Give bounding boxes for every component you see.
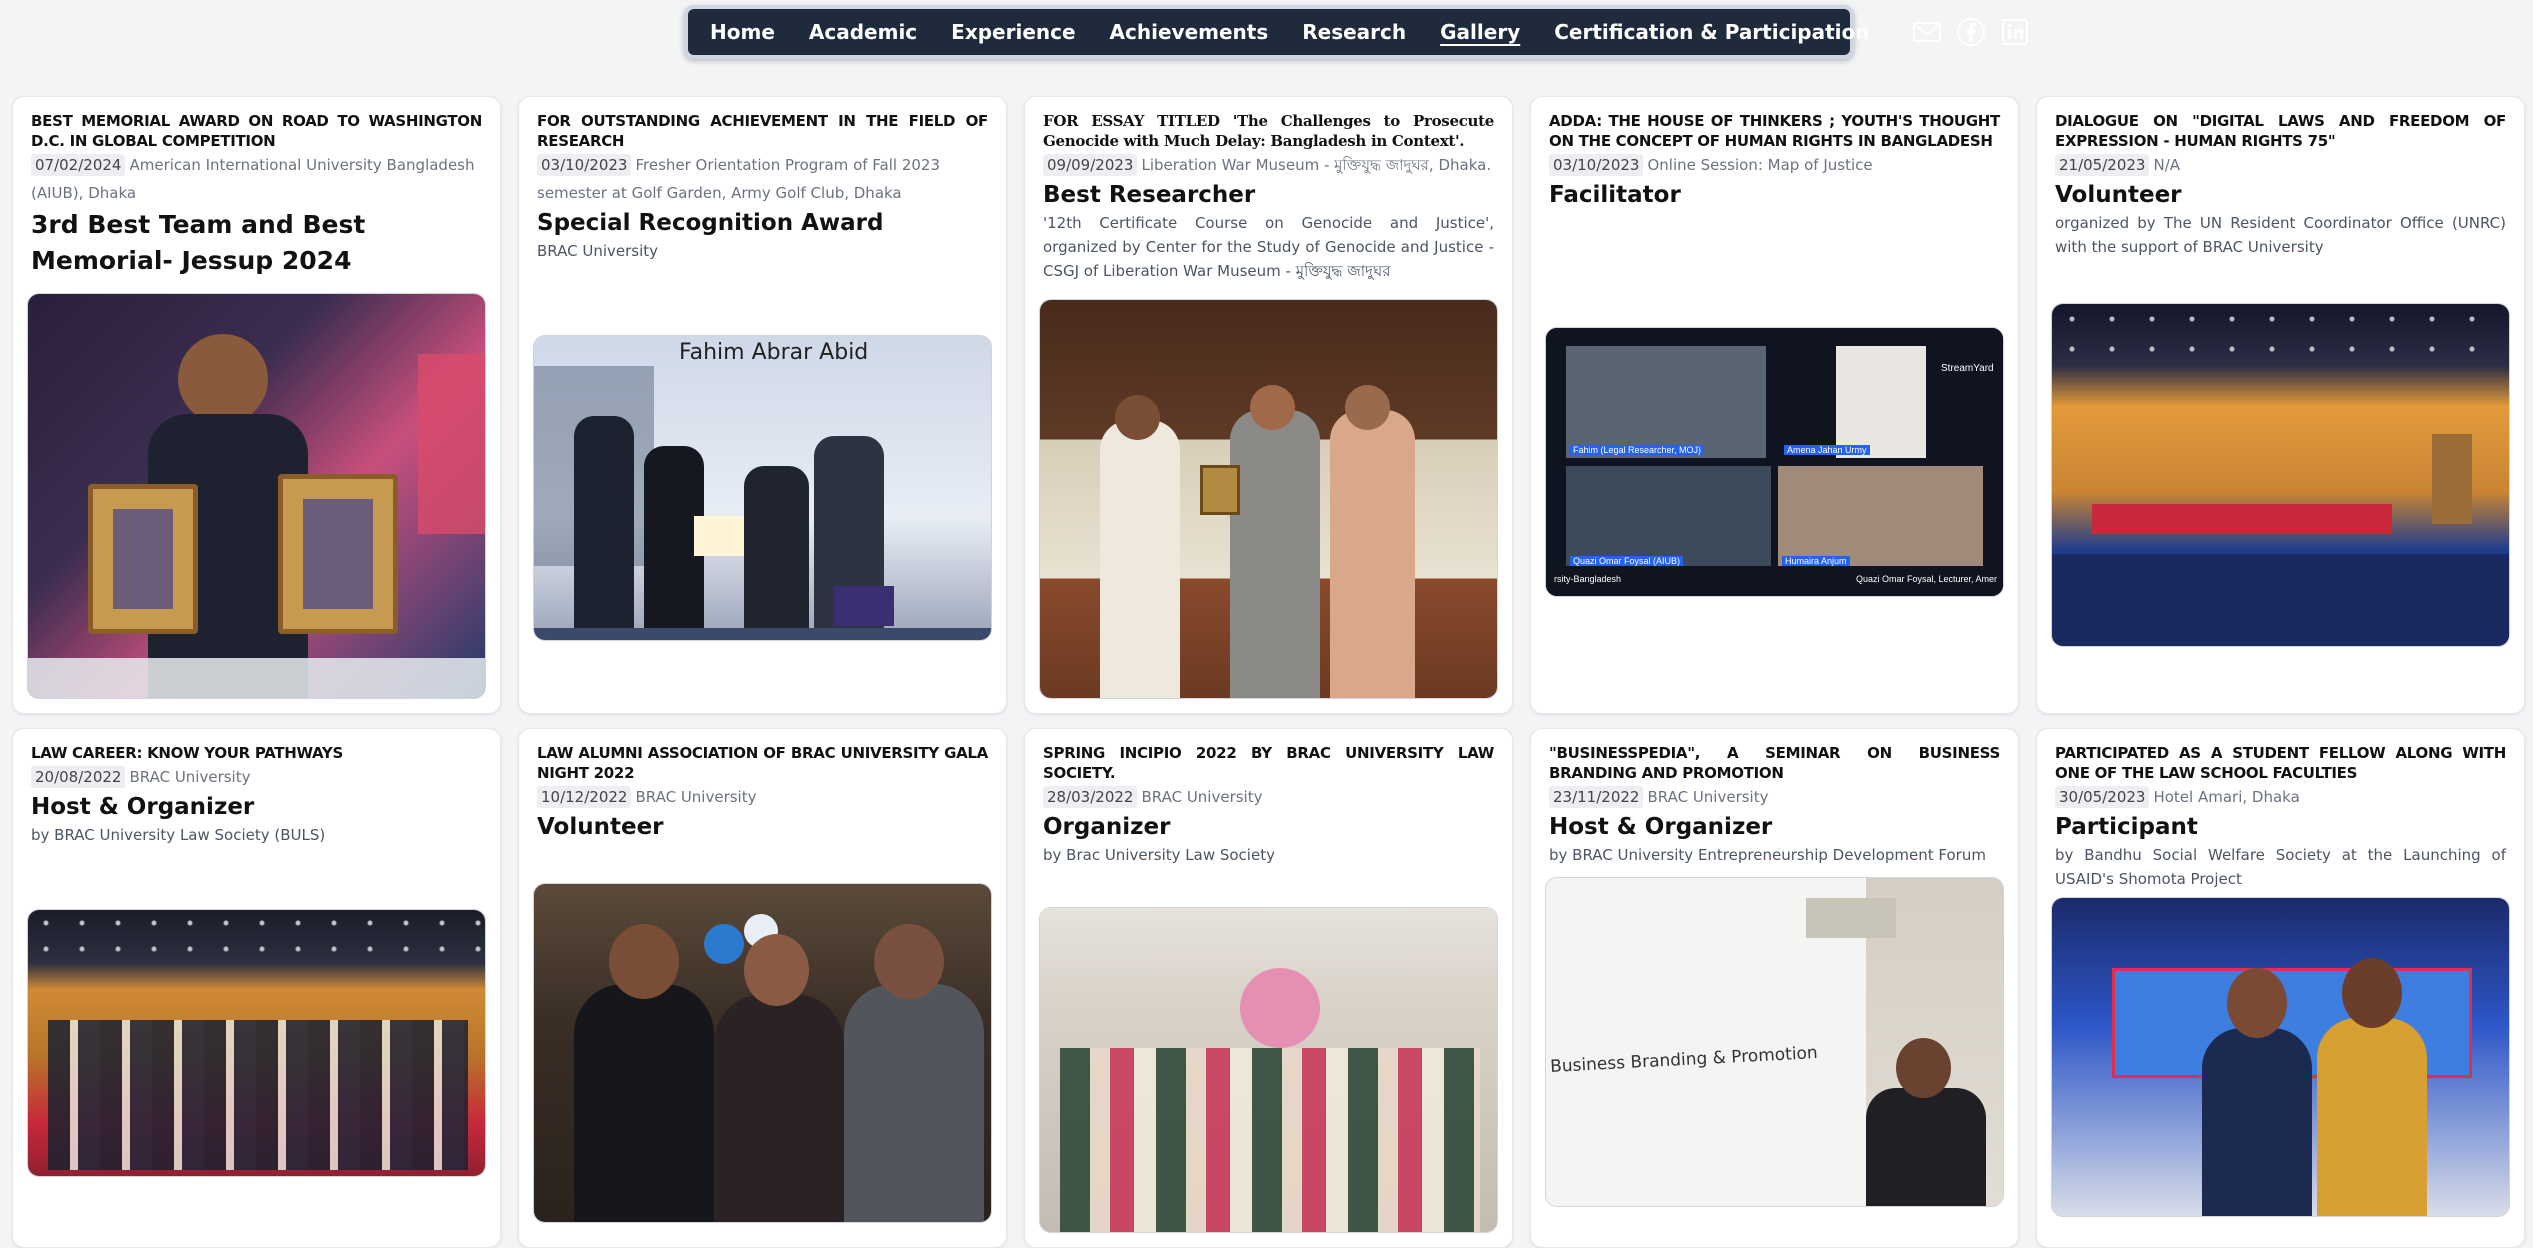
card-title: Best Researcher [1043,182,1256,208]
card-photo[interactable] [1039,299,1498,699]
card-place: BRAC University [1141,788,1263,806]
gallery-card: ADDA: THE HOUSE OF THINKERS ; YOUTH'S TH… [1530,96,2019,714]
card-desc: by BRAC University Law Society (BULS) [31,826,326,844]
gallery-card: DIALOGUE ON "DIGITAL LAWS AND FREEDOM OF… [2036,96,2525,714]
card-photo[interactable]: Business Branding & Promotion [1545,877,2004,1207]
card-kicker: SPRING INCIPIO 2022 BY BRAC UNIVERSITY L… [1043,744,1494,782]
card-photo[interactable] [1039,907,1498,1233]
gallery-card: SPRING INCIPIO 2022 BY BRAC UNIVERSITY L… [1024,728,1513,1248]
nav-certification[interactable]: Certification & Participation [1554,20,1869,44]
nav-experience[interactable]: Experience [951,20,1075,44]
card-kicker: LAW ALUMNI ASSOCIATION OF BRAC UNIVERSIT… [537,744,988,782]
video-tile-label: Amena Jahan Urmy [1784,445,1870,455]
card-place: Hotel Amari, Dhaka [2153,788,2300,806]
card-title: Participant [2055,814,2198,840]
nav-home[interactable]: Home [710,20,775,44]
card-date: 20/08/2022 [31,766,126,788]
card-title: 3rd Best Team and Best Memorial- Jessup … [31,210,366,275]
gallery-card: FOR OUTSTANDING ACHIEVEMENT IN THE FIELD… [518,96,1007,714]
video-tile-label: Fahim (Legal Researcher, MOJ) [1570,445,1705,455]
card-title: Organizer [1043,814,1171,840]
card-photo[interactable] [533,883,992,1223]
nav-achievements[interactable]: Achievements [1110,20,1269,44]
gallery-card: LAW CAREER: KNOW YOUR PATHWAYS 20/08/202… [12,728,501,1248]
card-date: 30/05/2023 [2055,786,2150,808]
card-desc: by BRAC University Entrepreneurship Deve… [1549,846,1986,864]
card-place: BRAC University [1647,788,1769,806]
gallery-card: BEST MEMORIAL AWARD ON ROAD TO WASHINGTO… [12,96,501,714]
card-date: 23/11/2022 [1549,786,1644,808]
card-place: N/A [2153,156,2181,174]
gallery-card: LAW ALUMNI ASSOCIATION OF BRAC UNIVERSIT… [518,728,1007,1248]
nav-gallery[interactable]: Gallery [1440,20,1520,44]
card-place: BRAC University [635,788,757,806]
card-date: 10/12/2022 [537,786,632,808]
card-kicker: DIALOGUE ON "DIGITAL LAWS AND FREEDOM OF… [2055,112,2506,150]
card-kicker: LAW CAREER: KNOW YOUR PATHWAYS [31,744,343,762]
top-nav: Home Academic Experience Achievements Re… [684,5,2028,59]
card-desc: by Bandhu Social Welfare Society at the … [2055,846,2506,888]
gallery-grid: BEST MEMORIAL AWARD ON ROAD TO WASHINGTO… [12,96,2525,1248]
card-photo[interactable]: Fahim Abrar Abid [533,335,992,641]
card-place: Liberation War Museum - মুক্তিযুদ্ধ জাদু… [1141,156,1492,174]
card-title: Facilitator [1549,182,1681,208]
video-tile-label: Quazi Omar Foysal (AIUB) [1570,556,1684,566]
card-date: 03/10/2023 [1549,154,1644,176]
facebook-icon[interactable] [1954,15,1988,49]
card-date: 09/09/2023 [1043,154,1138,176]
video-footer-left: rsity-Bangladesh [1554,574,1622,584]
card-photo[interactable]: Fahim (Legal Researcher, MOJ) Amena Jaha… [1545,327,2004,597]
social-links [1900,15,2032,49]
card-kicker: PARTICIPATED AS A STUDENT FELLOW ALONG W… [2055,744,2506,782]
card-kicker: "BUSINESSPEDIA", A SEMINAR ON BUSINESS B… [1549,744,2000,782]
gallery-card: PARTICIPATED AS A STUDENT FELLOW ALONG W… [2036,728,2525,1248]
card-date: 07/02/2024 [31,154,126,176]
nav-research[interactable]: Research [1302,20,1406,44]
card-desc: '12th Certificate Course on Genocide and… [1043,214,1494,280]
card-place: Online Session: Map of Justice [1647,156,1873,174]
card-date: 28/03/2022 [1043,786,1138,808]
mail-icon[interactable] [1910,15,1944,49]
card-photo[interactable] [27,293,486,699]
video-tile-label: Humaira Anjum [1782,556,1850,566]
card-date: 03/10/2023 [537,154,632,176]
card-kicker: FOR OUTSTANDING ACHIEVEMENT IN THE FIELD… [537,112,988,150]
card-desc: BRAC University [537,242,659,260]
linkedin-icon[interactable] [1998,15,2032,49]
nav-academic[interactable]: Academic [809,20,917,44]
card-photo[interactable] [27,909,486,1177]
gallery-card: FOR ESSAY TITLED 'The Challenges to Pros… [1024,96,1513,714]
brand-label: StreamYard [1941,363,1994,374]
card-kicker: ADDA: THE HOUSE OF THINKERS ; YOUTH'S TH… [1549,112,2000,150]
video-footer-right: Quazi Omar Foysal, Lecturer, Amer [1855,574,1997,584]
card-title: Volunteer [2055,182,2182,208]
card-date: 21/05/2023 [2055,154,2150,176]
gallery-card: "BUSINESSPEDIA", A SEMINAR ON BUSINESS B… [1530,728,2019,1248]
card-title: Special Recognition Award [537,210,884,236]
card-title: Host & Organizer [1549,814,1773,840]
photo-caption: Fahim Abrar Abid [679,340,869,365]
card-photo[interactable] [2051,303,2510,647]
card-desc: organized by The UN Resident Coordinator… [2055,214,2506,256]
card-desc: by Brac University Law Society [1043,846,1275,864]
card-place: BRAC University [129,768,251,786]
card-title: Host & Organizer [31,794,255,820]
card-photo[interactable] [2051,897,2510,1217]
card-kicker: FOR ESSAY TITLED 'The Challenges to Pros… [1043,112,1494,150]
card-title: Volunteer [537,814,664,840]
card-kicker: BEST MEMORIAL AWARD ON ROAD TO WASHINGTO… [31,112,482,150]
